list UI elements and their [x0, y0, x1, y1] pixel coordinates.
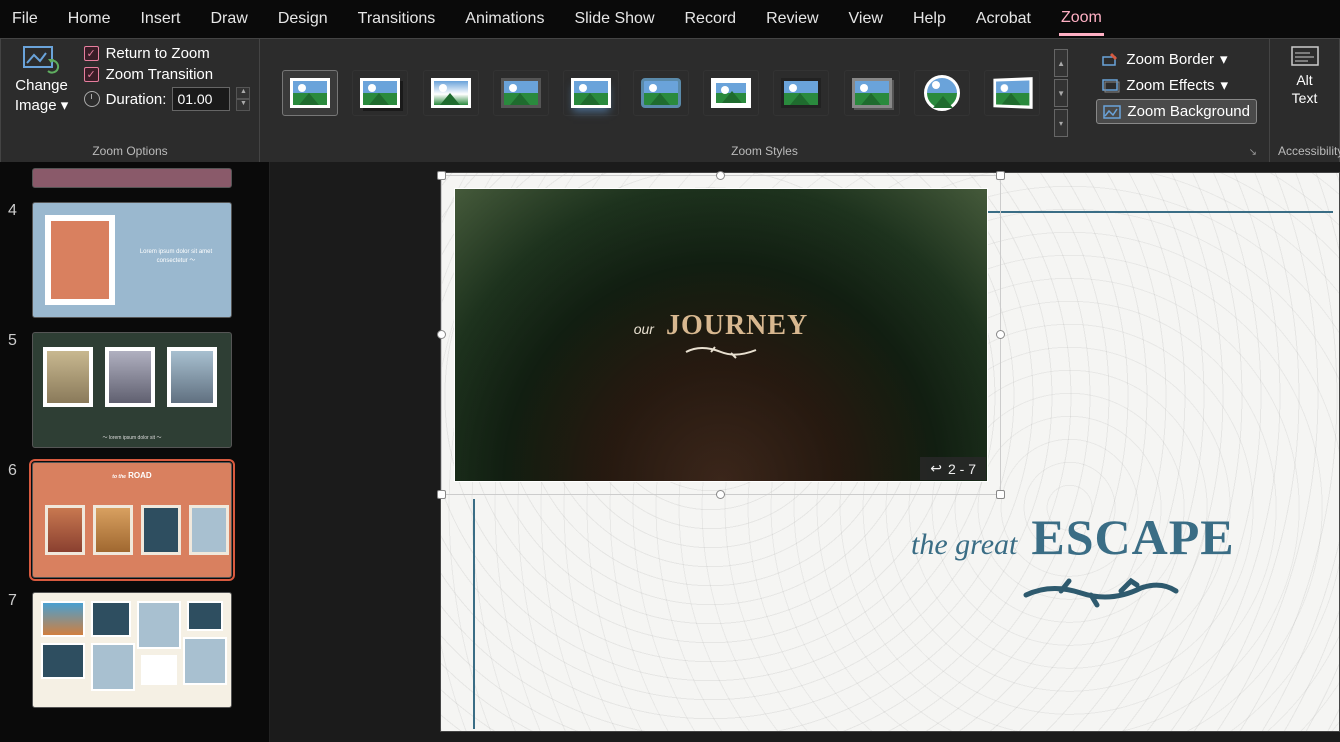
effects-icon	[1102, 77, 1120, 93]
branch-divider-icon	[681, 342, 761, 360]
duration-label: Duration:	[106, 91, 167, 108]
alt-text-label1: Alt	[1296, 72, 1312, 88]
resize-handle[interactable]	[437, 330, 446, 339]
return-to-zoom-label: Return to Zoom	[106, 45, 210, 62]
resize-handle[interactable]	[437, 490, 446, 499]
zoom-slide-range-badge: ↩ 2 - 7	[920, 457, 986, 480]
change-image-button[interactable]: Change Image ▾	[10, 45, 74, 114]
zoom-preview: our JOURNEY	[454, 188, 988, 482]
tab-file[interactable]: File	[10, 4, 40, 34]
checkbox-checked-icon: ✓	[84, 46, 99, 61]
zoom-styles-gallery: ▲ ▼ ▾	[268, 45, 1082, 141]
resize-handle[interactable]	[716, 171, 725, 180]
slide-thumbnails-panel[interactable]: 4 Lorem ipsum dolor sit amet consectetur…	[0, 162, 270, 742]
pen-icon	[1102, 51, 1120, 67]
chevron-down-icon: ▾	[1220, 50, 1228, 68]
zoom-style-3[interactable]	[423, 70, 479, 116]
journey-prefix: our	[634, 321, 654, 337]
journey-title: JOURNEY	[666, 310, 808, 342]
chevron-down-icon: ▾	[61, 97, 69, 114]
slide-number: 7	[8, 592, 22, 708]
slide-thumbnail-7[interactable]	[32, 592, 232, 708]
slide-thumbnail-6[interactable]: to the ROAD	[32, 462, 232, 578]
tab-record[interactable]: Record	[683, 4, 739, 34]
slide-number: 5	[8, 332, 22, 448]
duration-input[interactable]: 01.00	[172, 87, 230, 111]
tab-acrobat[interactable]: Acrobat	[974, 4, 1033, 34]
zoom-style-7[interactable]	[703, 70, 759, 116]
zoom-style-9[interactable]	[844, 70, 900, 116]
workspace: 4 Lorem ipsum dolor sit amet consectetur…	[0, 162, 1340, 742]
tab-design[interactable]: Design	[276, 4, 330, 34]
slide-thumbnail-3[interactable]	[32, 168, 232, 188]
dialog-launcher-icon[interactable]: ↘	[1249, 147, 1257, 158]
zoom-effects-button[interactable]: Zoom Effects ▾	[1096, 73, 1257, 97]
return-arrow-icon: ↩	[930, 460, 942, 477]
zoom-options-group-label: Zoom Options	[9, 142, 251, 160]
resize-handle[interactable]	[996, 330, 1005, 339]
clock-icon	[84, 91, 100, 107]
ribbon: Change Image ▾ ✓ Return to Zoom ✓ Zoom T…	[0, 38, 1340, 162]
resize-handle[interactable]	[996, 171, 1005, 180]
tab-slideshow[interactable]: Slide Show	[572, 4, 656, 34]
zoom-effects-label: Zoom Effects	[1126, 77, 1214, 94]
title-prefix: the great	[911, 528, 1017, 562]
zoom-border-label: Zoom Border	[1126, 51, 1214, 68]
zoom-style-2[interactable]	[352, 70, 408, 116]
return-to-zoom-checkbox[interactable]: ✓ Return to Zoom	[84, 45, 251, 62]
chevron-down-icon: ▾	[1221, 76, 1229, 94]
tab-help[interactable]: Help	[911, 4, 948, 34]
image-icon	[1103, 104, 1121, 120]
slide-thumbnail-4[interactable]: Lorem ipsum dolor sit amet consectetur ～	[32, 202, 232, 318]
zoom-styles-group-label: Zoom Styles	[731, 144, 798, 158]
tab-view[interactable]: View	[847, 4, 885, 34]
zoom-style-5[interactable]	[563, 70, 619, 116]
zoom-section-object[interactable]: our JOURNEY ↩ 2 - 7	[441, 175, 1001, 495]
zoom-range-text: 2 - 7	[948, 461, 976, 477]
gallery-scroll-up[interactable]: ▲	[1054, 49, 1068, 77]
alt-text-button[interactable]: Alt Text	[1281, 45, 1329, 106]
zoom-style-6[interactable]	[633, 70, 689, 116]
gallery-scroll-down[interactable]: ▼	[1054, 79, 1068, 107]
slide-number: 6	[8, 462, 22, 578]
zoom-border-button[interactable]: Zoom Border ▾	[1096, 47, 1257, 71]
title-main: ESCAPE	[1031, 508, 1234, 566]
tab-review[interactable]: Review	[764, 4, 820, 34]
ribbon-tabs: File Home Insert Draw Design Transitions…	[0, 0, 1340, 38]
resize-handle[interactable]	[716, 490, 725, 499]
resize-handle[interactable]	[996, 490, 1005, 499]
slide-number: 4	[8, 202, 22, 318]
tab-draw[interactable]: Draw	[208, 4, 249, 34]
tab-home[interactable]: Home	[66, 4, 113, 34]
slide-number	[8, 168, 22, 188]
slide-title: the great ESCAPE	[911, 508, 1235, 566]
tab-animations[interactable]: Animations	[463, 4, 546, 34]
change-image-label2: Image ▾	[15, 96, 68, 114]
resize-handle[interactable]	[437, 171, 446, 180]
zoom-style-4[interactable]	[493, 70, 549, 116]
slide-thumbnail-5[interactable]: ～ lorem ipsum dolor sit ～	[32, 332, 232, 448]
change-image-label1: Change	[15, 77, 68, 94]
zoom-style-10[interactable]	[914, 70, 970, 116]
change-image-icon	[22, 45, 62, 75]
tab-zoom[interactable]: Zoom	[1059, 3, 1104, 36]
zoom-transition-label: Zoom Transition	[106, 66, 214, 83]
checkbox-checked-icon: ✓	[84, 67, 99, 82]
zoom-style-11[interactable]	[984, 70, 1040, 116]
zoom-style-8[interactable]	[773, 70, 829, 116]
gallery-more[interactable]: ▾	[1054, 109, 1068, 137]
branch-decoration-icon	[1021, 573, 1181, 616]
duration-spinner[interactable]: ▲▼	[236, 87, 250, 111]
tab-insert[interactable]: Insert	[138, 4, 182, 34]
zoom-style-1[interactable]	[282, 70, 338, 116]
tab-transitions[interactable]: Transitions	[356, 4, 438, 34]
zoom-background-button[interactable]: Zoom Background	[1096, 99, 1257, 124]
accessibility-group-label: Accessibility	[1278, 142, 1331, 160]
alt-text-label2: Text	[1292, 90, 1318, 106]
zoom-transition-checkbox[interactable]: ✓ Zoom Transition	[84, 66, 251, 83]
alt-text-icon	[1290, 45, 1320, 70]
zoom-background-label: Zoom Background	[1127, 103, 1250, 120]
slide-canvas-area[interactable]: our JOURNEY ↩ 2 - 7 the	[270, 162, 1340, 742]
